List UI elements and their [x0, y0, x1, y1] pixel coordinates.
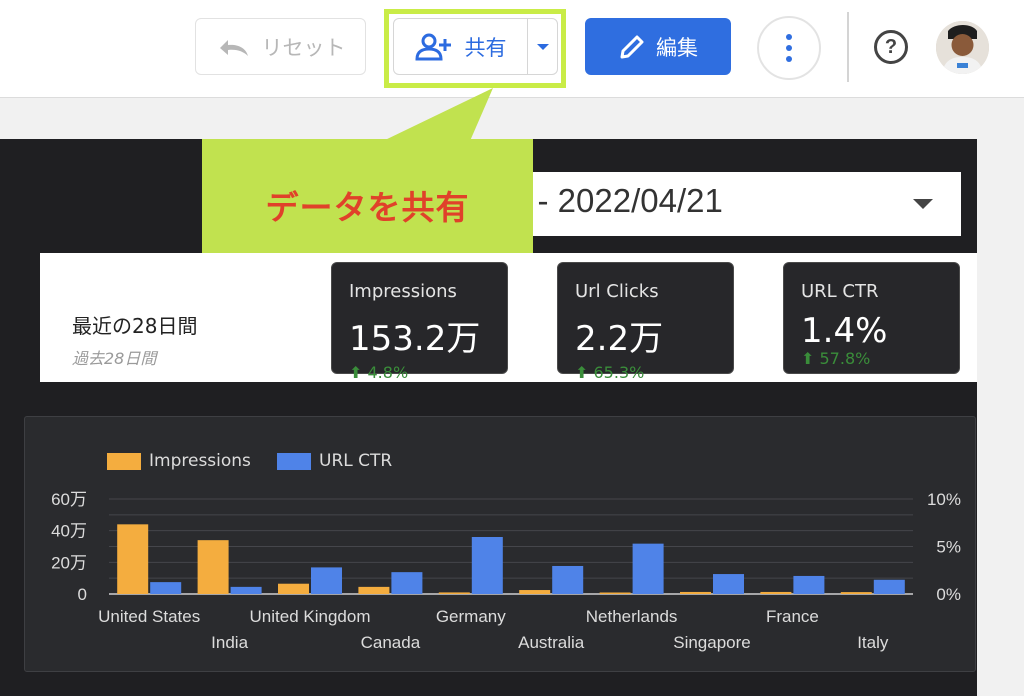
- undo-icon: [219, 39, 248, 56]
- bar-url-ctr: [793, 575, 825, 594]
- kpi-delta: ⬆ 4.8%: [349, 363, 409, 382]
- bar-url-ctr: [150, 582, 182, 594]
- toolbar-divider: [847, 12, 849, 82]
- bar-impressions: [599, 592, 631, 594]
- bar-url-ctr: [552, 565, 584, 594]
- kpi-card-url-ctr[interactable]: URL CTR 1.4% ⬆ 57.8%: [783, 262, 960, 374]
- user-photo: [936, 21, 989, 74]
- bar-url-ctr: [471, 537, 503, 594]
- more-vert-icon: [786, 34, 792, 40]
- y-right-tick-label: 10%: [927, 490, 961, 509]
- x-tick-label: Italy: [857, 633, 889, 652]
- bar-impressions: [760, 591, 792, 594]
- date-range-selector[interactable]: 5 - 2022/04/21: [470, 172, 961, 236]
- country-bar-chart[interactable]: 0 20万 40万 60万 0% 5% 10% United States IndiaUnite…: [25, 417, 977, 673]
- more-options-button[interactable]: [757, 16, 821, 80]
- callout-text: データを共有: [265, 187, 470, 227]
- kpi-delta: ⬆ 65.3%: [575, 363, 645, 382]
- reset-button[interactable]: リセット: [195, 18, 366, 75]
- y-left-tick-label: 60万: [51, 490, 87, 509]
- date-range-text: 5 - 2022/04/21: [510, 182, 723, 219]
- bar-url-ctr: [391, 572, 423, 594]
- report-toolbar: リセット 共有 編集 ?: [0, 0, 1024, 98]
- edit-button[interactable]: 編集: [585, 18, 731, 75]
- y-left-tick-label: 20万: [51, 553, 87, 572]
- kpi-value: 2.2万: [575, 319, 664, 359]
- country-chart-panel: Impressions URL CTR 0 20万 40万 60万 0% 5% 10% Uni…: [24, 416, 976, 672]
- share-label: 共有: [464, 35, 507, 60]
- pencil-icon: [620, 35, 644, 58]
- period-label: 最近の28日間: [72, 314, 198, 338]
- y-right-tick-label: 5%: [936, 538, 961, 557]
- dropdown-caret-icon: [913, 199, 933, 209]
- bar-impressions: [840, 592, 872, 594]
- kpi-card-url-clicks[interactable]: Url Clicks 2.2万 ⬆ 65.3%: [557, 262, 734, 382]
- bar-impressions: [358, 586, 390, 594]
- add-person-icon: [414, 33, 451, 60]
- share-callout: データを共有: [202, 139, 533, 270]
- arrow-up-icon: ⬆: [575, 363, 594, 382]
- kpi-card-impressions[interactable]: Impressions 153.2万 ⬆ 4.8%: [331, 262, 508, 382]
- bar-impressions: [438, 592, 470, 594]
- x-tick-label: United States: [98, 607, 200, 626]
- bar-url-ctr: [632, 543, 664, 594]
- x-tick-label: Canada: [361, 633, 421, 652]
- x-tick-label: France: [766, 607, 819, 626]
- reset-label: リセット: [261, 35, 346, 60]
- bar-impressions: [278, 583, 309, 594]
- bar-url-ctr: [873, 579, 905, 594]
- bar-impressions: [680, 591, 711, 594]
- help-icon[interactable]: ?: [874, 30, 908, 64]
- caret-down-icon: [536, 43, 549, 50]
- share-button[interactable]: 共有: [394, 19, 528, 74]
- kpi-title: Impressions: [349, 281, 457, 302]
- edit-label: 編集: [656, 35, 698, 60]
- kpi-value: 1.4%: [801, 311, 888, 351]
- bar-impressions: [519, 590, 551, 594]
- kpi-value: 153.2万: [349, 319, 481, 359]
- share-options-dropdown[interactable]: [528, 19, 557, 74]
- x-tick-label: Singapore: [673, 633, 751, 652]
- bar-url-ctr: [713, 574, 744, 594]
- y-left-tick-label: 40万: [51, 522, 87, 541]
- avatar[interactable]: [936, 21, 989, 74]
- arrow-up-icon: ⬆: [349, 363, 368, 382]
- x-tick-label: Netherlands: [586, 607, 678, 626]
- arrow-up-icon: ⬆: [801, 349, 820, 368]
- x-tick-label: Germany: [436, 607, 506, 626]
- kpi-title: Url Clicks: [575, 281, 659, 302]
- bar-impressions: [117, 524, 149, 594]
- kpi-delta: ⬆ 57.8%: [801, 349, 871, 368]
- x-tick-label: India: [211, 633, 248, 652]
- bar-impressions: [197, 540, 229, 594]
- x-tick-label: United Kingdom: [250, 607, 371, 626]
- period-sublabel: 過去28日間: [72, 349, 157, 368]
- share-button-group: 共有: [393, 18, 558, 75]
- y-right-tick-label: 0%: [936, 585, 961, 604]
- bar-url-ctr: [230, 586, 262, 594]
- x-tick-label: Australia: [518, 633, 585, 652]
- kpi-title: URL CTR: [801, 281, 879, 302]
- y-left-tick-label: 0: [78, 585, 87, 604]
- bar-url-ctr: [311, 567, 342, 594]
